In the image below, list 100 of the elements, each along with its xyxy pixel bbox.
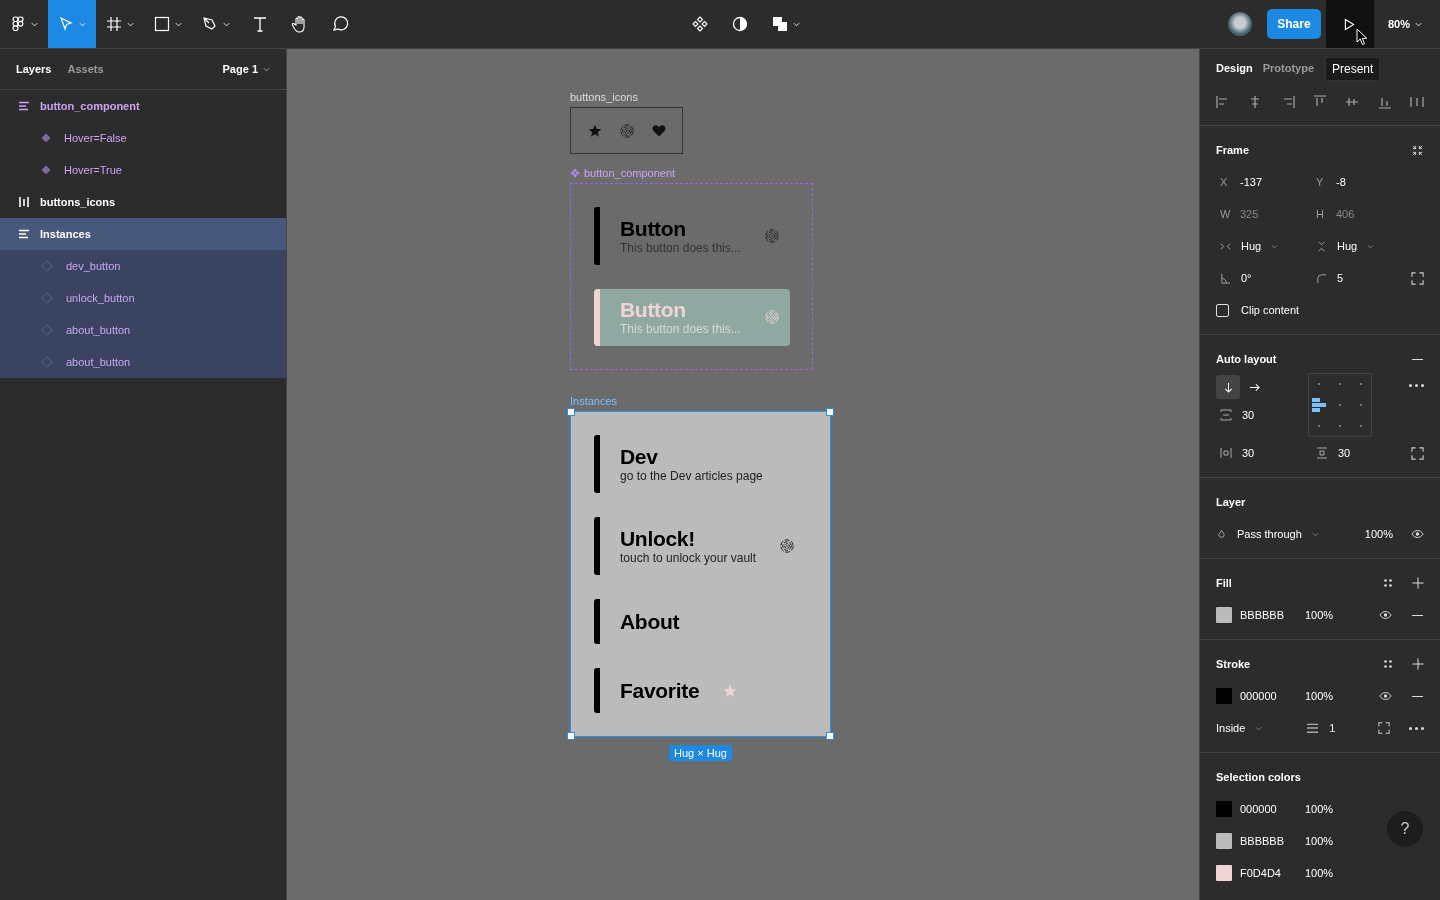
- align-icon[interactable]: [1313, 95, 1327, 109]
- frame-label: Instances: [570, 395, 618, 407]
- layer-row[interactable]: about_button: [0, 346, 286, 378]
- diamond-outline-icon: [41, 292, 53, 304]
- opacity-value[interactable]: 100%: [1305, 867, 1355, 879]
- hex-value[interactable]: 000000: [1240, 690, 1305, 702]
- collapse-icon[interactable]: [1411, 143, 1424, 157]
- down-arrow-icon: [1222, 381, 1234, 393]
- cursor-icon: [1356, 28, 1368, 46]
- position-field[interactable]: X -137: [1216, 166, 1312, 198]
- button-subtitle: touch to unlock your vault: [620, 551, 757, 565]
- panel-tab[interactable]: Layers: [16, 63, 52, 75]
- padding-icon: [1316, 447, 1328, 459]
- align-icon[interactable]: [1345, 95, 1360, 109]
- resize-handle[interactable]: [826, 732, 834, 740]
- position-field[interactable]: Y -8: [1312, 166, 1424, 198]
- stroke-position-dropdown[interactable]: Inside: [1216, 712, 1263, 744]
- right-arrow-icon: [1248, 381, 1260, 393]
- layer-row[interactable]: about_button: [0, 314, 286, 346]
- layout-direction-button[interactable]: [1216, 375, 1240, 399]
- rectangle-icon: [154, 16, 170, 32]
- present-button[interactable]: [1325, 0, 1374, 48]
- corners-icon[interactable]: [1411, 271, 1424, 285]
- alignment-indicator-icon: [1312, 398, 1326, 412]
- zoom-dropdown[interactable]: 80%: [1373, 18, 1440, 30]
- stroke-sides-icon[interactable]: [1378, 722, 1390, 734]
- layer-row[interactable]: button_component: [0, 90, 286, 122]
- layer-row[interactable]: Instances: [0, 218, 286, 250]
- play-icon: [1344, 17, 1356, 31]
- opacity-value[interactable]: 100%: [1305, 609, 1355, 621]
- eye-icon[interactable]: [1379, 610, 1392, 620]
- comment-icon: [331, 15, 349, 33]
- star-icon: [723, 683, 738, 698]
- styles-icon[interactable]: [1383, 659, 1393, 669]
- button-subtitle: This button does this...: [620, 322, 741, 337]
- resize-handle[interactable]: [826, 408, 834, 416]
- plus-icon[interactable]: [1412, 658, 1424, 670]
- hex-value[interactable]: 000000: [1240, 803, 1305, 815]
- resizing-dropdown[interactable]: Hug: [1312, 230, 1424, 262]
- color-swatch[interactable]: [1216, 801, 1232, 817]
- caret-icon: [127, 20, 134, 28]
- stroke-weight-field[interactable]: 1: [1302, 712, 1336, 744]
- avatar[interactable]: [1227, 12, 1252, 36]
- layer-row[interactable]: Hover=True: [0, 154, 286, 186]
- diamond-outline-icon: [41, 324, 53, 336]
- panel-tab[interactable]: Design: [1216, 62, 1253, 74]
- color-swatch[interactable]: [1216, 607, 1232, 623]
- frame-icon: [106, 16, 122, 32]
- eye-icon[interactable]: [1411, 529, 1424, 539]
- opacity-value[interactable]: 100%: [1305, 835, 1355, 847]
- caret-icon: [1415, 20, 1422, 28]
- hex-value[interactable]: F0D4D4: [1240, 867, 1305, 879]
- eye-icon[interactable]: [1379, 691, 1392, 701]
- styles-icon[interactable]: [1383, 578, 1393, 588]
- align-icon[interactable]: [1216, 95, 1230, 109]
- diamond-icon: [41, 133, 51, 143]
- align-icon[interactable]: [1409, 95, 1424, 109]
- hex-value[interactable]: BBBBBB: [1240, 609, 1305, 621]
- text-icon: [252, 16, 268, 32]
- button-title: Button: [620, 216, 687, 241]
- padding-icon: [1220, 447, 1232, 459]
- button-title: About: [620, 609, 680, 634]
- clip-content-checkbox[interactable]: Clip content: [1216, 294, 1424, 326]
- layer-row[interactable]: buttons_icons: [0, 186, 286, 218]
- blend-mode-dropdown[interactable]: Pass through: [1216, 518, 1319, 550]
- hex-value[interactable]: BBBBBB: [1240, 835, 1305, 847]
- opacity-value[interactable]: 100%: [1305, 690, 1355, 702]
- vertical-padding-field[interactable]: 30: [1312, 437, 1411, 469]
- section-title: Layer: [1216, 496, 1246, 508]
- color-swatch[interactable]: [1216, 833, 1232, 849]
- tooltip: Present: [1325, 57, 1381, 81]
- padding-sides-icon[interactable]: [1411, 446, 1424, 460]
- resize-handle[interactable]: [567, 408, 575, 416]
- align-icon[interactable]: [1377, 95, 1392, 109]
- resize-handle[interactable]: [567, 732, 575, 740]
- color-swatch[interactable]: [1216, 865, 1232, 881]
- rotation-field[interactable]: 0°: [1216, 262, 1312, 294]
- spacing-field[interactable]: 30: [1216, 399, 1308, 431]
- stroke-weight-icon: [1306, 722, 1320, 734]
- horizontal-padding-field[interactable]: 30: [1216, 437, 1312, 469]
- opacity-value[interactable]: 100%: [1305, 803, 1355, 815]
- layer-row[interactable]: dev_button: [0, 250, 286, 282]
- component-label: button_component: [570, 167, 676, 179]
- page-dropdown[interactable]: Page 1: [222, 63, 270, 75]
- color-swatch[interactable]: [1216, 688, 1232, 704]
- panel-tab[interactable]: Prototype: [1262, 62, 1315, 74]
- resizing-dropdown[interactable]: Hug: [1216, 230, 1312, 262]
- section-title: Fill: [1216, 577, 1232, 589]
- alignment-grid[interactable]: [1308, 373, 1372, 437]
- panel-tab[interactable]: Assets: [67, 63, 104, 75]
- opacity-value[interactable]: 100%: [1364, 528, 1393, 540]
- caret-icon: [175, 20, 182, 28]
- diamond-icon: [41, 165, 51, 175]
- layer-row[interactable]: Hover=False: [0, 122, 286, 154]
- share-button[interactable]: Share: [1266, 9, 1321, 39]
- help-button[interactable]: ?: [1387, 811, 1423, 847]
- plus-icon[interactable]: [1412, 577, 1424, 589]
- star-icon: [587, 123, 602, 138]
- layer-row[interactable]: unlock_button: [0, 282, 286, 314]
- radius-field[interactable]: 5: [1312, 262, 1424, 294]
